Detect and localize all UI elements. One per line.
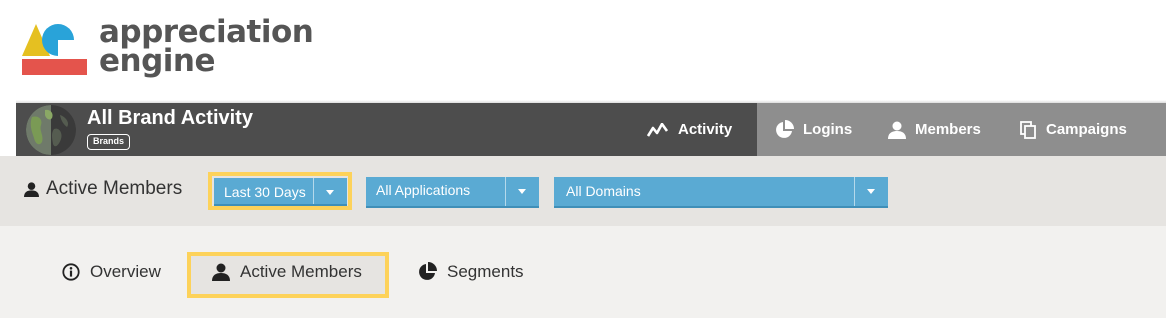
nav-logins[interactable]: Logins [774, 103, 852, 156]
tab-overview[interactable]: Overview [62, 262, 161, 282]
tab-active-members-label: Active Members [240, 262, 362, 281]
tab-segments[interactable]: Segments [417, 262, 524, 282]
tab-overview-label: Overview [90, 262, 161, 281]
copy-icon [1020, 120, 1036, 139]
date-range-value: Last 30 Days [224, 184, 306, 200]
page-title: All Brand Activity [87, 107, 253, 129]
user-icon [24, 181, 39, 197]
nav-activity-label: Activity [678, 121, 733, 138]
section-title: Active Members [24, 178, 182, 200]
filter-bar: Active Members Last 30 Days All Applicat… [0, 156, 1166, 226]
section-title-label: Active Members [46, 178, 183, 199]
brand-header: All Brand Activity Brands Activity Login… [16, 103, 1166, 165]
logo-wordmark: appreciation engine [99, 17, 314, 79]
nav-members-label: Members [915, 121, 981, 138]
pie-chart-icon [419, 262, 437, 280]
logo[interactable]: appreciation engine [22, 17, 314, 82]
chevron-down-icon[interactable] [505, 177, 539, 206]
chevron-down-icon[interactable] [313, 178, 347, 204]
tab-active-members[interactable]: Active Members [212, 262, 362, 282]
brand-avatar[interactable] [26, 105, 76, 155]
chevron-down-icon[interactable] [854, 177, 888, 206]
nav-members[interactable]: Members [888, 103, 981, 156]
applications-value: All Applications [376, 182, 471, 198]
user-icon [888, 121, 906, 139]
nav-campaigns-label: Campaigns [1046, 121, 1127, 138]
activity-icon [647, 122, 669, 137]
applications-dropdown[interactable]: All Applications [366, 177, 539, 208]
tab-segments-label: Segments [447, 262, 524, 281]
globe-icon [26, 105, 76, 155]
date-range-dropdown[interactable]: Last 30 Days [214, 178, 347, 206]
sub-tabs: Overview Active Members Segments [0, 226, 1166, 318]
logo-line-2: engine [99, 43, 216, 79]
brand-type-badge: Brands [87, 134, 131, 150]
pie-chart-icon [776, 119, 794, 138]
appreciation-engine-logo-icon [22, 24, 87, 75]
domains-value: All Domains [566, 183, 641, 199]
nav-activity[interactable]: Activity [647, 103, 732, 156]
nav-logins-label: Logins [803, 121, 853, 138]
info-icon [62, 263, 80, 281]
domains-dropdown[interactable]: All Domains [554, 177, 888, 208]
user-icon [212, 263, 230, 281]
nav-campaigns[interactable]: Campaigns [1020, 103, 1127, 156]
